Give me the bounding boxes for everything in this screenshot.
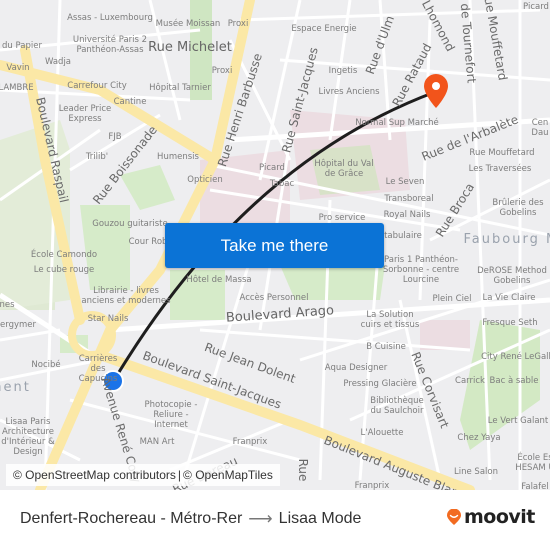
poi-label: Line Salon — [454, 467, 498, 477]
poi-label: Proxi — [211, 66, 233, 76]
poi-label: Brûlerie des Gobelins — [492, 198, 544, 218]
poi-label: Nocibé — [31, 360, 61, 370]
omt-attribution-link[interactable]: © OpenMapTiles — [183, 468, 273, 482]
poi-label: La Vie Claire — [482, 293, 536, 303]
map-attribution: © OpenStreetMap contributors | © OpenMap… — [6, 464, 280, 486]
poi-label: Tabac — [269, 179, 295, 189]
poi-label: Franprix — [232, 437, 268, 447]
poi-label: Livres Anciens — [318, 87, 380, 97]
poi-label: L'Alouette — [360, 428, 404, 438]
poi-label: Ingetis — [328, 66, 358, 76]
moovit-pin-icon — [447, 509, 461, 525]
poi-label: FJB — [108, 132, 122, 142]
poi-label: LAMBRE — [0, 83, 34, 93]
poi-label: Trilib' — [85, 152, 109, 162]
poi-label: nes — [0, 300, 15, 310]
poi-label: Plein Ciel — [432, 294, 472, 304]
moovit-wordmark: moovit — [464, 506, 535, 528]
moovit-logo[interactable]: moovit — [447, 506, 535, 528]
poi-label: City René LeGall — [481, 352, 550, 362]
street-label: Rue Michelet — [148, 40, 232, 55]
poi-label: Royal Nails — [383, 210, 431, 220]
poi-label: Pro service — [318, 213, 366, 223]
poi-label: Hôpital Tarnier — [149, 83, 211, 93]
poi-label: Leader Price Express — [58, 104, 112, 124]
poi-label: Carrick — [455, 376, 485, 386]
destination-name: Lisaa Mode — [278, 510, 362, 527]
poi-label: Université Paris 2 Panthéon-Assas — [72, 35, 148, 55]
poi-label: Opticien — [187, 175, 223, 185]
poi-label: Bibliothèque du Saulchoir — [370, 396, 424, 416]
poi-label: Proxi — [227, 19, 249, 29]
district-label: Faubourg Mar — [463, 232, 550, 247]
origin-name: Denfert-Rochereau - Métro-Rer — [20, 510, 243, 527]
attribution-separator: | — [177, 468, 182, 482]
poi-label: MAN Art — [139, 437, 175, 447]
poi-label: Picard — [523, 2, 549, 12]
poi-label: École Es HESAM U — [515, 453, 550, 473]
poi-label: Gouzou guitariste — [92, 219, 168, 229]
poi-label: Le Vert Galant — [487, 416, 549, 426]
poi-label: Bac à sable — [489, 376, 539, 386]
district-label: nent — [0, 380, 31, 395]
poi-label: B Cuisine — [366, 342, 406, 352]
poi-label: Musée Moissan — [155, 19, 221, 29]
poi-label: ergymer — [0, 320, 37, 330]
poi-label: Falafel — [521, 482, 549, 490]
poi-label: DeROSE Method Gobelins — [477, 266, 547, 286]
poi-label: Lisaa Paris Architecture d'Intérieur & D… — [1, 417, 55, 457]
poi-label: Humensis — [157, 152, 199, 162]
poi-label: Vavin — [6, 63, 30, 73]
poi-label: Fresque Seth — [482, 318, 538, 328]
poi-label: Le Seven — [385, 177, 425, 187]
poi-label: Librairie - livres anciens et modernes — [81, 286, 171, 306]
poi-label: Chez Yaya — [457, 433, 501, 443]
poi-label: Star Nails — [87, 314, 129, 324]
take-me-there-button[interactable]: Take me there — [165, 223, 384, 268]
poi-label: Cour Rob — [128, 237, 168, 247]
arrow-right-icon: ⟶ — [248, 509, 273, 528]
poi-label: Aqua Designer — [324, 363, 388, 373]
poi-label: Pressing Glacière — [343, 379, 417, 389]
park-area — [80, 205, 130, 290]
poi-label: Hôpital du Val de Grâce — [314, 159, 374, 179]
poi-label: Cantine — [113, 97, 147, 107]
poi-label: Normal Sup Marché — [355, 118, 439, 128]
route-summary: Denfert-Rochereau - Métro-Rer ⟶ Lisaa Mo… — [20, 509, 361, 529]
osm-attribution-link[interactable]: © OpenStreetMap contributors — [13, 468, 176, 482]
poi-label: Accès Personnel — [239, 293, 309, 303]
poi-label: du Papier — [2, 41, 42, 51]
poi-label: Les Traversées — [468, 164, 532, 174]
poi-label: Wadja — [44, 57, 72, 67]
poi-label: Rue Mouffetard — [469, 148, 535, 158]
poi-label: Picard — [259, 163, 285, 173]
poi-label: Hôtel de Massa — [186, 275, 252, 285]
poi-label: tabulaire — [384, 231, 422, 241]
poi-label: Carrefour City — [67, 81, 127, 91]
map-view[interactable]: Assas - Luxembourg Musée Moissan Proxi U… — [0, 0, 550, 490]
poi-label: Photocopie - Reliure - Internet — [144, 400, 198, 430]
poi-label: Le cube rouge — [33, 265, 95, 275]
street-label: Rue — [296, 458, 310, 482]
poi-label: École Camondo — [30, 250, 98, 260]
poi-label: La Solution cuirs et tissus — [360, 310, 420, 330]
poi-label: Franprix — [354, 481, 390, 490]
poi-label: Assas - Luxembourg — [67, 13, 153, 23]
poi-label: Paris 1 Panthéon-Sorbonne - centre Lourc… — [382, 255, 460, 285]
poi-label: Transboreal — [384, 194, 434, 204]
poi-label: Cen Dau — [531, 118, 549, 138]
poi-label: Espace Energie — [291, 24, 357, 34]
